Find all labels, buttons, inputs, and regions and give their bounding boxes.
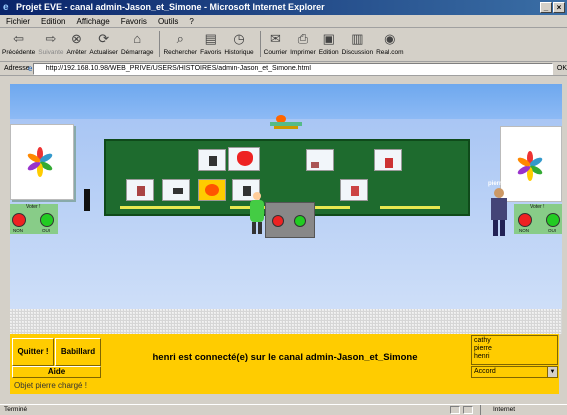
story-picture[interactable] bbox=[340, 179, 368, 201]
edit-icon: ▣ bbox=[322, 31, 335, 46]
toolbar-separator bbox=[159, 31, 161, 57]
go-button[interactable]: OK bbox=[557, 65, 567, 72]
forward-button[interactable]: ⇨ Suivante bbox=[38, 31, 63, 56]
vote-no-button[interactable] bbox=[272, 215, 284, 227]
menu-help[interactable]: ? bbox=[189, 17, 193, 26]
toolbar-separator bbox=[259, 31, 261, 57]
status-cell bbox=[463, 406, 473, 414]
menu-file[interactable]: Fichier bbox=[6, 17, 30, 26]
vote-panel-right: Voter ! NON OUI bbox=[514, 204, 562, 234]
favorites-button[interactable]: ▤ Favoris bbox=[200, 31, 221, 56]
accord-select-value: Accord bbox=[474, 368, 496, 375]
story-picture[interactable] bbox=[126, 179, 154, 201]
vote-yes-label: OUI bbox=[548, 228, 557, 233]
virtual-world-viewport[interactable]: Voter ! NON OUI pierre Voter ! NON OUI bbox=[10, 84, 562, 334]
menu-tools[interactable]: Outils bbox=[158, 17, 178, 26]
vote-title: Voter ! bbox=[26, 204, 41, 210]
window-title: Projet EVE - canal admin-Jason_et_Simone… bbox=[16, 2, 325, 12]
history-icon: ◷ bbox=[233, 31, 245, 46]
accord-select[interactable]: Accord ▼ bbox=[471, 366, 558, 378]
avatar-name-label: pierre bbox=[488, 181, 505, 187]
user-list-item[interactable]: henri bbox=[474, 353, 555, 361]
print-button[interactable]: ⎙ Imprimer bbox=[290, 31, 316, 56]
back-button[interactable]: ⇦ Précédente bbox=[2, 31, 35, 56]
home-icon: ⌂ bbox=[133, 31, 142, 46]
favorites-icon: ▤ bbox=[204, 31, 217, 46]
edit-button[interactable]: ▣ Edition bbox=[319, 31, 339, 56]
vote-panel-left: Voter ! NON OUI bbox=[10, 204, 58, 234]
help-button[interactable]: Aide bbox=[12, 366, 101, 378]
mail-icon: ✉ bbox=[269, 31, 281, 46]
francophonie-banner-left bbox=[10, 124, 74, 200]
vote-yes-button[interactable] bbox=[294, 215, 306, 227]
vote-title: Voter ! bbox=[530, 204, 545, 210]
internet-explorer-icon: e bbox=[3, 2, 9, 13]
vote-yes-label: OUI bbox=[42, 228, 51, 233]
stop-button[interactable]: ⊗ Arrêter bbox=[67, 31, 87, 56]
refresh-button[interactable]: ⟳ Actualiser bbox=[89, 31, 118, 56]
chat-button[interactable]: Babillard bbox=[55, 338, 101, 366]
history-button[interactable]: ◷ Historique bbox=[224, 31, 253, 56]
user-list[interactable]: cathy pierre henri bbox=[471, 335, 558, 365]
forward-arrow-icon: ⇨ bbox=[45, 31, 57, 46]
story-picture[interactable] bbox=[162, 179, 190, 201]
menu-view[interactable]: Affichage bbox=[76, 17, 109, 26]
menu-favorites[interactable]: Favoris bbox=[121, 17, 147, 26]
vote-no-label: NON bbox=[13, 228, 23, 233]
user-list-item[interactable]: cathy bbox=[474, 337, 555, 345]
address-label: Adresse bbox=[4, 65, 30, 72]
avatar-henri[interactable] bbox=[248, 192, 266, 236]
menu-bar: Fichier Edition Affichage Favoris Outils… bbox=[0, 15, 567, 28]
ceiling-object bbox=[270, 115, 302, 131]
discussion-button[interactable]: ▥ Discussion bbox=[342, 31, 373, 56]
story-picture[interactable] bbox=[374, 149, 402, 171]
address-input[interactable] bbox=[32, 62, 553, 75]
vote-yes-button[interactable] bbox=[546, 213, 560, 227]
story-picture[interactable] bbox=[306, 149, 334, 171]
minimize-button[interactable]: _ bbox=[540, 2, 552, 13]
status-message: henri est connecté(e) sur le canal admin… bbox=[152, 352, 418, 363]
floor bbox=[10, 309, 562, 334]
vote-no-button[interactable] bbox=[12, 213, 26, 227]
window-title-bar: e Projet EVE - canal admin-Jason_et_Simo… bbox=[0, 0, 567, 15]
speaker bbox=[84, 189, 90, 211]
print-icon: ⎙ bbox=[297, 31, 309, 46]
quit-button[interactable]: Quitter ! bbox=[12, 338, 54, 366]
story-picture[interactable] bbox=[228, 147, 260, 171]
search-icon: ⌕ bbox=[176, 31, 184, 46]
toolbar: ⇦ Précédente ⇨ Suivante ⊗ Arrêter ⟳ Actualis… bbox=[0, 28, 567, 62]
story-picture[interactable] bbox=[198, 179, 226, 201]
center-vote-pad bbox=[265, 202, 315, 238]
address-bar: Adresse e OK bbox=[0, 62, 567, 76]
vote-no-button[interactable] bbox=[518, 213, 532, 227]
refresh-icon: ⟳ bbox=[98, 31, 110, 46]
loaded-message: Objet pierre chargé ! bbox=[14, 381, 87, 390]
close-button[interactable]: × bbox=[553, 2, 565, 13]
realcom-button[interactable]: ◉ Real.com bbox=[376, 31, 403, 56]
user-list-item[interactable]: pierre bbox=[474, 345, 555, 353]
vote-no-label: NON bbox=[519, 228, 529, 233]
mail-button[interactable]: ✉ Courrier bbox=[264, 31, 287, 56]
internet-zone-label: Internet bbox=[493, 406, 516, 413]
page-icon: e bbox=[28, 64, 33, 73]
search-button[interactable]: ⌕ Rechercher bbox=[163, 31, 197, 56]
control-panel: Quitter ! Babillard Aide henri est conne… bbox=[10, 334, 559, 394]
back-arrow-icon: ⇦ bbox=[13, 31, 25, 46]
realcom-icon: ◉ bbox=[384, 31, 396, 46]
avatar-pierre[interactable] bbox=[488, 188, 510, 238]
status-cell bbox=[450, 406, 460, 414]
menu-edit[interactable]: Edition bbox=[41, 17, 65, 26]
stop-icon: ⊗ bbox=[71, 31, 82, 46]
discussion-icon: ▥ bbox=[351, 31, 364, 46]
story-picture[interactable] bbox=[198, 149, 226, 171]
chevron-down-icon[interactable]: ▼ bbox=[547, 367, 557, 377]
sky bbox=[10, 84, 562, 119]
home-button[interactable]: ⌂ Démarrage bbox=[121, 31, 154, 56]
status-bar: Terminé Internet bbox=[0, 404, 567, 415]
vote-yes-button[interactable] bbox=[40, 213, 54, 227]
